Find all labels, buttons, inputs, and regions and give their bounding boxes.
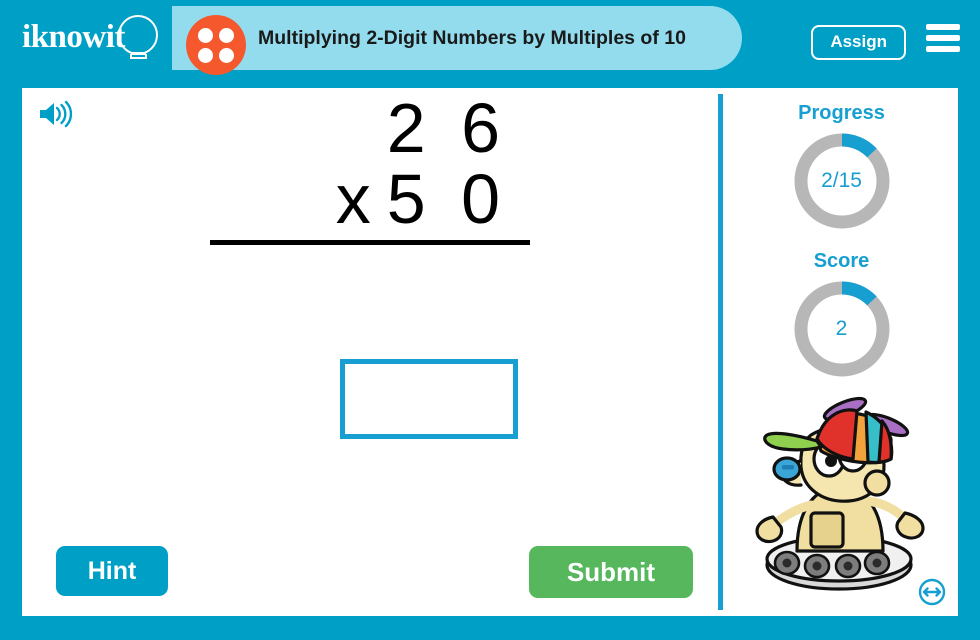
content-canvas: 2 6 x5 0 Hint Submit Progress 2/15 Score… [22, 88, 958, 616]
operator-and-multiplier: x5 0 [210, 164, 530, 245]
lightbulb-base-icon [130, 54, 147, 59]
hamburger-menu-icon[interactable] [926, 24, 960, 52]
hint-button[interactable]: Hint [56, 546, 168, 596]
lesson-title-pill: Multiplying 2-Digit Numbers by Multiples… [172, 6, 742, 75]
multiplication-problem: 2 6 x5 0 [210, 89, 530, 245]
horizontal-resize-icon[interactable] [918, 578, 946, 606]
score-value: 2 [835, 317, 848, 340]
multiplicand: 2 6 [386, 89, 508, 167]
problem-pane: 2 6 x5 0 Hint Submit [22, 88, 716, 616]
four-dot-dice-icon [186, 15, 246, 75]
speaker-icon[interactable] [38, 100, 73, 128]
score-ring: 2 [790, 277, 894, 381]
assign-button[interactable]: Assign [811, 25, 906, 60]
score-label: Score [813, 250, 870, 272]
iknowit-logo[interactable]: iknowit [22, 14, 172, 64]
progress-ring: 2/15 [790, 129, 894, 233]
app-header: iknowit Multiplying 2-Digit Numbers by M… [0, 0, 980, 76]
page-title: Multiplying 2-Digit Numbers by Multiples… [258, 26, 686, 49]
logo-text: iknowit [22, 19, 125, 55]
progress-meter: Progress 2/15 [725, 102, 958, 233]
progress-value: 2/15 [821, 169, 862, 192]
progress-label: Progress [798, 102, 885, 124]
pane-divider [718, 94, 723, 610]
activity-screen: iknowit Multiplying 2-Digit Numbers by M… [0, 0, 980, 640]
multiplier: 5 0 [386, 160, 508, 239]
content-frame: 2 6 x5 0 Hint Submit Progress 2/15 Score… [0, 76, 980, 640]
submit-button[interactable]: Submit [529, 546, 693, 598]
score-meter: Score 2 [725, 250, 958, 381]
multiply-operator: x [335, 160, 379, 239]
answer-input[interactable] [340, 359, 518, 439]
